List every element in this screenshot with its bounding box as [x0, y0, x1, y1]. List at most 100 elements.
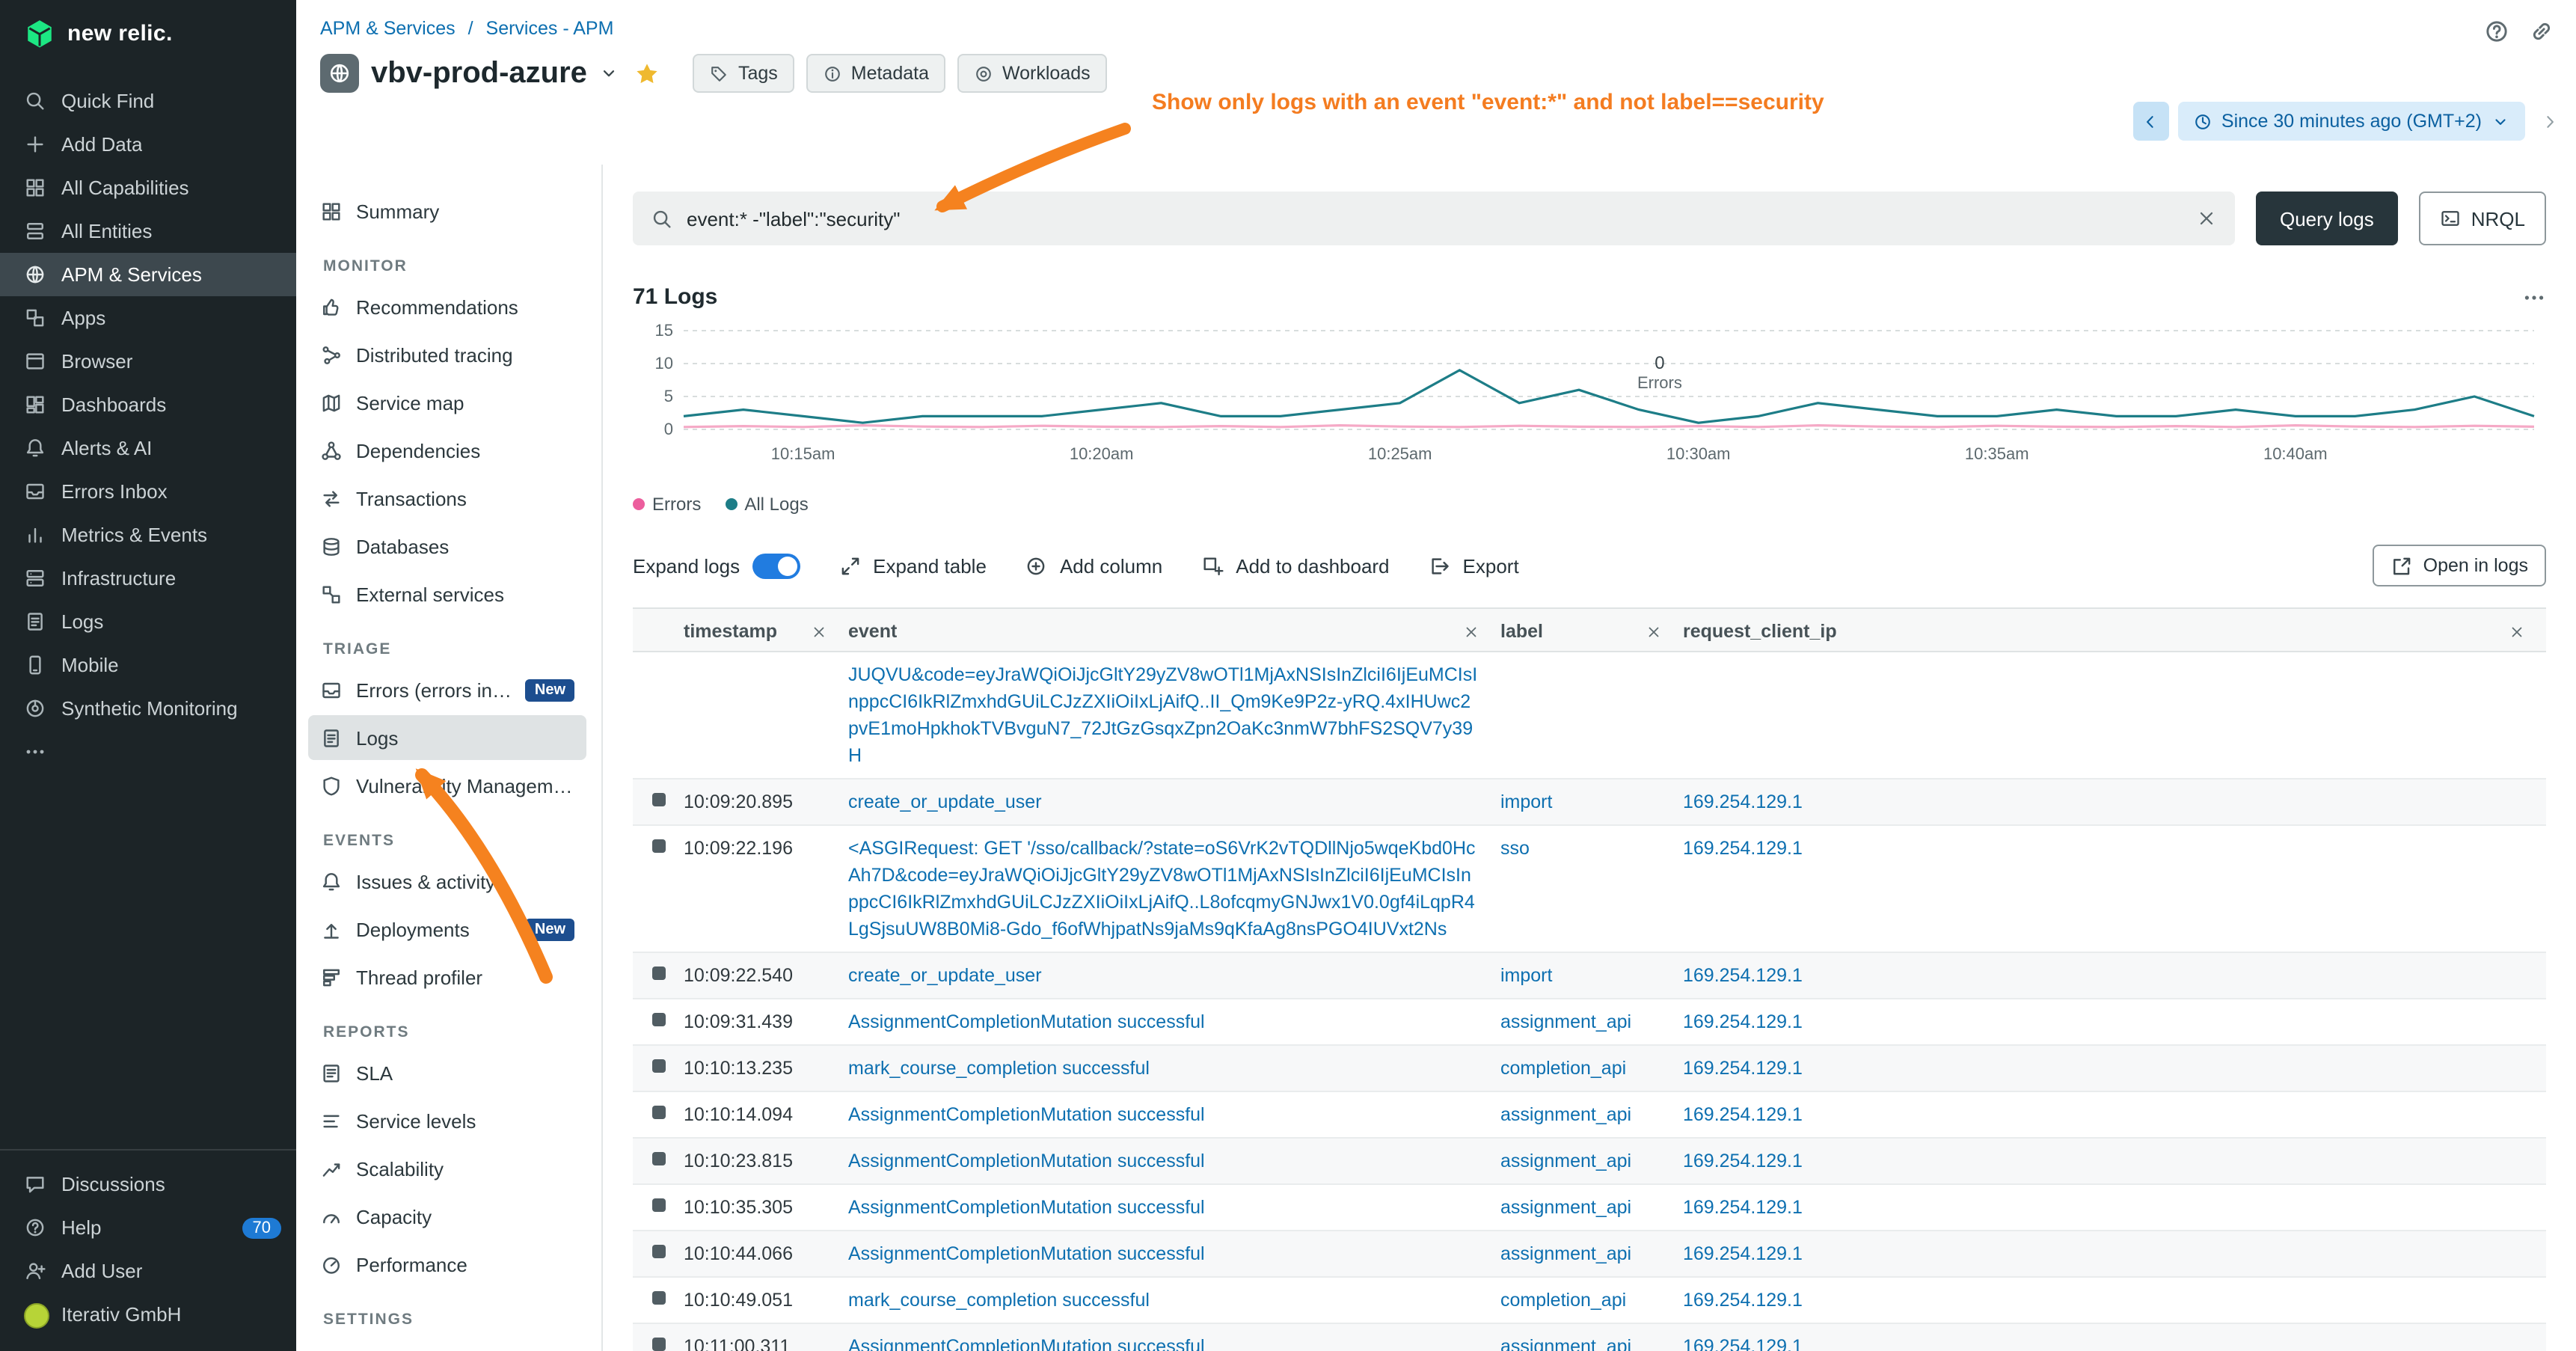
entity-switcher-chevron-icon[interactable] — [599, 63, 620, 84]
log-table-row[interactable]: 10:10:14.094AssignmentCompletionMutation… — [633, 1092, 2546, 1139]
log-table-row[interactable]: 10:10:49.051mark_course_completion succe… — [633, 1278, 2546, 1324]
sidebar-item-more[interactable] — [0, 730, 296, 773]
time-prev-button[interactable] — [2133, 102, 2169, 141]
ip-link[interactable]: 169.254.129.1 — [1683, 965, 1803, 986]
subnav-item-deployments[interactable]: DeploymentsNew — [308, 907, 586, 952]
label-link[interactable]: assignment_api — [1500, 1151, 1631, 1171]
event-link[interactable]: JUQVU&code=eyJraWQiOiJjcGltY29yZV8wOTl1M… — [848, 664, 1477, 766]
ip-link[interactable]: 169.254.129.1 — [1683, 1243, 1803, 1264]
remove-column-icon[interactable] — [2509, 623, 2525, 640]
remove-column-icon[interactable] — [1463, 623, 1479, 640]
row-select[interactable] — [633, 1324, 684, 1351]
event-link[interactable]: <ASGIRequest: GET '/sso/callback/?state=… — [848, 838, 1476, 940]
subnav-item-external-services[interactable]: External services — [308, 572, 586, 616]
pill-workloads[interactable]: Workloads — [957, 54, 1107, 93]
event-link[interactable]: AssignmentCompletionMutation successful — [848, 1197, 1205, 1218]
sidebar-item-dashboards[interactable]: Dashboards — [0, 383, 296, 426]
remove-column-icon[interactable] — [811, 623, 827, 640]
subnav-item-performance[interactable]: Performance — [308, 1242, 586, 1287]
label-link[interactable]: import — [1500, 965, 1552, 986]
sidebar-item-all-entities[interactable]: All Entities — [0, 209, 296, 253]
favorite-star-icon[interactable] — [635, 61, 660, 86]
event-link[interactable]: AssignmentCompletionMutation successful — [848, 1243, 1205, 1264]
label-link[interactable]: completion_api — [1500, 1290, 1626, 1311]
sidebar-item-help[interactable]: Help70 — [0, 1206, 296, 1249]
log-table-row[interactable]: 10:09:22.196<ASGIRequest: GET '/sso/call… — [633, 826, 2546, 953]
expand-logs-toggle[interactable] — [752, 553, 800, 578]
log-table-row[interactable]: 10:09:20.895create_or_update_userimport1… — [633, 779, 2546, 826]
subnav-item-capacity[interactable]: Capacity — [308, 1194, 586, 1239]
row-select[interactable] — [633, 1092, 684, 1119]
event-link[interactable]: AssignmentCompletionMutation successful — [848, 1336, 1205, 1351]
sidebar-item-apps[interactable]: Apps — [0, 296, 296, 340]
label-link[interactable]: completion_api — [1500, 1058, 1626, 1079]
sidebar-item-alerts-ai[interactable]: Alerts & AI — [0, 426, 296, 470]
export-button[interactable]: Export — [1429, 554, 1519, 577]
row-select[interactable] — [633, 1231, 684, 1258]
subnav-item-service-levels[interactable]: Service levels — [308, 1098, 586, 1143]
sidebar-item-synthetic-monitoring[interactable]: Synthetic Monitoring — [0, 687, 296, 730]
ip-link[interactable]: 169.254.129.1 — [1683, 1151, 1803, 1171]
add-column-button[interactable]: Add column — [1025, 554, 1162, 577]
sidebar-item-iterativ-gmbh[interactable]: Iterativ GmbH — [0, 1293, 296, 1336]
subnav-item-transactions[interactable]: Transactions — [308, 476, 586, 521]
breadcrumb-services-apm[interactable]: Services - APM — [486, 18, 614, 39]
log-table-row[interactable]: 10:10:35.305AssignmentCompletionMutation… — [633, 1185, 2546, 1231]
row-select[interactable] — [633, 953, 684, 980]
subnav-item-thread-profiler[interactable]: Thread profiler — [308, 955, 586, 999]
label-link[interactable]: assignment_api — [1500, 1197, 1631, 1218]
event-link[interactable]: AssignmentCompletionMutation successful — [848, 1104, 1205, 1125]
event-link[interactable]: AssignmentCompletionMutation successful — [848, 1151, 1205, 1171]
newrelic-logo[interactable]: new relic. — [0, 0, 296, 64]
log-table-row[interactable]: 10:10:23.815AssignmentCompletionMutation… — [633, 1139, 2546, 1185]
subnav-item-issues-activity[interactable]: Issues & activity — [308, 859, 586, 904]
log-table-row[interactable]: JUQVU&code=eyJraWQiOiJjcGltY29yZV8wOTl1M… — [633, 652, 2546, 779]
event-link[interactable]: create_or_update_user — [848, 791, 1042, 812]
sidebar-item-quick-find[interactable]: Quick Find — [0, 79, 296, 123]
subnav-item-databases[interactable]: Databases — [308, 524, 586, 569]
sidebar-item-metrics-events[interactable]: Metrics & Events — [0, 513, 296, 557]
time-picker[interactable]: Since 30 minutes ago (GMT+2) — [2178, 102, 2525, 141]
remove-column-icon[interactable] — [1646, 623, 1662, 640]
label-link[interactable]: sso — [1500, 838, 1530, 859]
subnav-item-distributed-tracing[interactable]: Distributed tracing — [308, 332, 586, 377]
clear-query-icon[interactable] — [2196, 208, 2217, 229]
subnav-item-summary[interactable]: Summary — [308, 189, 586, 233]
row-select[interactable] — [633, 1139, 684, 1165]
add-to-dashboard-button[interactable]: Add to dashboard — [1201, 554, 1389, 577]
sidebar-item-add-data[interactable]: Add Data — [0, 123, 296, 166]
sidebar-item-mobile[interactable]: Mobile — [0, 643, 296, 687]
subnav-item-logs[interactable]: Logs — [308, 715, 586, 760]
log-query-input[interactable]: event:* -"label":"security" — [633, 192, 2235, 245]
ip-link[interactable]: 169.254.129.1 — [1683, 1011, 1803, 1032]
label-link[interactable]: assignment_api — [1500, 1336, 1631, 1351]
label-link[interactable]: assignment_api — [1500, 1104, 1631, 1125]
subnav-item-sla[interactable]: SLA — [308, 1050, 586, 1095]
ip-link[interactable]: 169.254.129.1 — [1683, 838, 1803, 859]
sidebar-item-add-user[interactable]: Add User — [0, 1249, 296, 1293]
log-table-row[interactable]: 10:10:13.235mark_course_completion succe… — [633, 1046, 2546, 1092]
log-table-row[interactable]: 10:09:31.439AssignmentCompletionMutation… — [633, 999, 2546, 1046]
sidebar-item-all-capabilities[interactable]: All Capabilities — [0, 166, 296, 209]
more-options-icon[interactable] — [2522, 285, 2546, 309]
pill-tags[interactable]: Tags — [693, 54, 794, 93]
legend-all-logs[interactable]: All Logs — [725, 494, 808, 515]
sidebar-item-infrastructure[interactable]: Infrastructure — [0, 557, 296, 600]
sidebar-item-errors-inbox[interactable]: Errors Inbox — [0, 470, 296, 513]
sidebar-item-apm-services[interactable]: APM & Services — [0, 253, 296, 296]
subnav-item-dependencies[interactable]: Dependencies — [308, 428, 586, 473]
help-icon[interactable] — [2483, 18, 2510, 45]
label-link[interactable]: assignment_api — [1500, 1011, 1631, 1032]
sidebar-item-discussions[interactable]: Discussions — [0, 1162, 296, 1206]
log-table-row[interactable]: 10:11:00.311AssignmentCompletionMutation… — [633, 1324, 2546, 1351]
legend-errors[interactable]: Errors — [633, 494, 701, 515]
breadcrumb-apm-services[interactable]: APM & Services — [320, 18, 456, 39]
permalink-icon[interactable] — [2528, 18, 2555, 45]
ip-link[interactable]: 169.254.129.1 — [1683, 1290, 1803, 1311]
subnav-item-vulnerability-management[interactable]: Vulnerability Management — [308, 763, 586, 808]
label-link[interactable]: import — [1500, 791, 1552, 812]
row-select[interactable] — [633, 779, 684, 806]
event-link[interactable]: create_or_update_user — [848, 965, 1042, 986]
log-table-row[interactable]: 10:10:44.066AssignmentCompletionMutation… — [633, 1231, 2546, 1278]
ip-link[interactable]: 169.254.129.1 — [1683, 1197, 1803, 1218]
